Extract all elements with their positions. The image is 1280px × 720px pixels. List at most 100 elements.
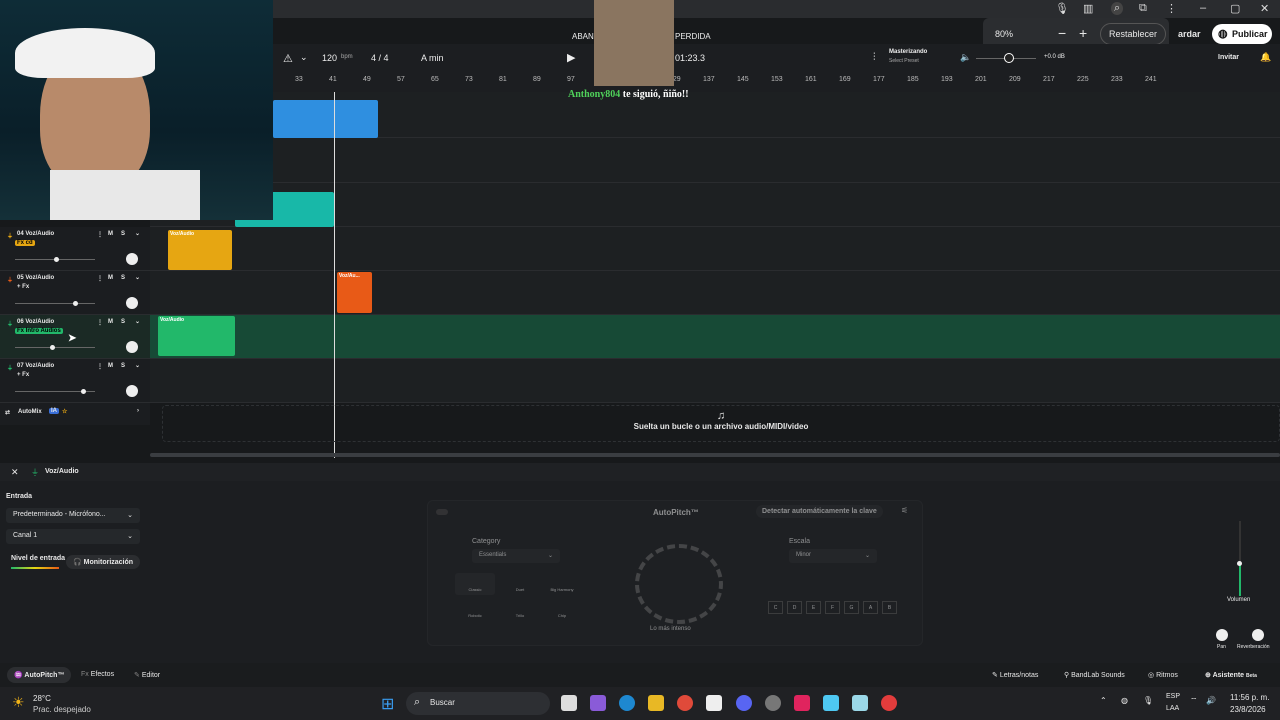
timeline-ruler[interactable]: 3341495765738189971131211291371451531611…	[273, 72, 1280, 92]
scale-select[interactable]: Minor ⌄	[789, 549, 877, 563]
copilot-icon[interactable]	[590, 695, 606, 711]
solo-button[interactable]: S	[121, 319, 125, 325]
track-name[interactable]: 05 Voz/Audio	[17, 275, 54, 281]
reset-zoom-button[interactable]: Restablecer	[1100, 23, 1167, 45]
note-key[interactable]: G	[844, 601, 859, 614]
drop-zone[interactable]: ♫ Suelta un bucle o un archivo audio/MID…	[162, 405, 1280, 442]
pan-knob[interactable]	[126, 385, 138, 397]
notepad-icon[interactable]	[823, 695, 839, 711]
discord-icon[interactable]	[736, 695, 752, 711]
file-explorer-icon[interactable]	[648, 695, 664, 711]
rhythms-tab[interactable]: ◎ Ritmos	[1148, 671, 1178, 679]
key-selector[interactable]: A min	[421, 53, 444, 63]
track-lane[interactable]	[150, 359, 1280, 403]
audio-clip-orange[interactable]: Voz/Au...	[337, 272, 372, 313]
track-name[interactable]: 06 Voz/Audio	[17, 319, 54, 325]
chevron-down-icon[interactable]: ⌄	[135, 230, 140, 237]
power-toggle[interactable]	[436, 509, 448, 515]
metronome-menu-chevron-icon[interactable]: ⌄	[300, 52, 308, 63]
track-menu-icon[interactable]: ⋮	[97, 319, 103, 326]
mastering-preset[interactable]: Select Preset	[889, 58, 919, 64]
time-signature[interactable]: 4 / 4	[371, 53, 389, 63]
reverb-knob[interactable]	[1252, 629, 1264, 641]
weather-temp[interactable]: 28°C	[33, 694, 51, 703]
track-header[interactable]: ⏚ 07 Voz/Audio + Fx ⋮ M S ⌄	[0, 359, 150, 403]
mute-button[interactable]: M	[108, 275, 113, 281]
playhead[interactable]	[334, 92, 335, 458]
clock-time[interactable]: 11:56 p. m.	[1230, 693, 1269, 702]
language-code[interactable]: ESP	[1166, 693, 1180, 700]
mute-button[interactable]: M	[108, 231, 113, 237]
audio-clip-yellow[interactable]: Voz/Audio	[168, 230, 232, 270]
track-header[interactable]: ⏚ 04 Voz/Audio Fx cd ⋮ M S ⌄	[0, 227, 150, 271]
extensions-icon[interactable]: ⧉	[1139, 2, 1147, 15]
automix-row[interactable]: ⇄ AutoMix IA ☆ ›	[0, 403, 150, 425]
steam-icon[interactable]	[765, 695, 781, 711]
solo-button[interactable]: S	[121, 275, 125, 281]
category-select[interactable]: Essentials ⌄	[472, 549, 560, 563]
settings-sliders-icon[interactable]: ⚟	[901, 506, 908, 515]
note-key[interactable]: C	[768, 601, 783, 614]
app-icon[interactable]	[852, 695, 868, 711]
chevron-right-icon[interactable]: ›	[137, 408, 139, 414]
notification-bell-icon[interactable]: 🔔	[1260, 52, 1271, 63]
menu-icon[interactable]: ⋮	[1166, 2, 1177, 15]
mute-button[interactable]: M	[108, 363, 113, 369]
close-window-icon[interactable]: ✕	[1260, 2, 1269, 15]
horizontal-scrollbar[interactable]	[150, 453, 1280, 457]
add-fx-button[interactable]: + Fx	[17, 284, 29, 290]
assistant-tab[interactable]: ⊕ Asistente Beta	[1205, 671, 1257, 679]
audio-clip-blue[interactable]	[273, 100, 378, 138]
clock-date[interactable]: 23/8/2026	[1230, 705, 1266, 714]
sounds-tab[interactable]: ⚲ BandLab Sounds	[1064, 671, 1125, 679]
audio-clip-green[interactable]: Voz/Audio	[158, 316, 235, 356]
wifi-icon[interactable]: ⌔	[1190, 696, 1198, 706]
track-volume-handle[interactable]	[54, 257, 59, 262]
preset-chip[interactable]: Chip	[542, 599, 582, 621]
channel-select[interactable]: Canal 1 ⌄	[6, 529, 140, 544]
track-volume-handle[interactable]	[81, 389, 86, 394]
detect-key-button[interactable]: Detectar automáticamente la clave	[756, 505, 883, 518]
pan-knob[interactable]	[126, 253, 138, 265]
tray-chevron-up-icon[interactable]: ⌃	[1100, 696, 1107, 705]
windows-start-icon[interactable]: ⊞	[381, 694, 394, 714]
language-layout[interactable]: LAA	[1166, 705, 1179, 712]
fx-badge[interactable]: Fx Intro Audios	[15, 328, 63, 334]
chevron-down-icon[interactable]: ⌄	[135, 362, 140, 369]
track-name[interactable]: 07 Voz/Audio	[17, 363, 54, 369]
track-lane[interactable]	[150, 138, 1280, 183]
track-menu-icon[interactable]: ⋮	[97, 231, 103, 238]
zoom-in-button[interactable]: +	[1079, 25, 1087, 41]
note-key[interactable]: A	[863, 601, 878, 614]
track-lane[interactable]	[150, 271, 1280, 315]
publish-button[interactable]: ◍ Publicar	[1212, 24, 1272, 44]
track-volume-slider[interactable]	[15, 347, 95, 348]
effects-tab[interactable]: Fx Efectos	[81, 671, 114, 678]
network-icon[interactable]: ◍	[1121, 696, 1128, 705]
bandlab-icon[interactable]	[881, 695, 897, 711]
add-fx-button[interactable]: + Fx	[17, 372, 29, 378]
chevron-down-icon[interactable]: ⌄	[135, 318, 140, 325]
track-menu-icon[interactable]: ⋮	[97, 363, 103, 370]
capcut-icon[interactable]	[706, 695, 722, 711]
track-name[interactable]: 04 Voz/Audio	[17, 231, 54, 237]
edge-icon[interactable]	[619, 695, 635, 711]
mute-button[interactable]: M	[108, 319, 113, 325]
autopitch-tab[interactable]: ♒ AutoPitch™	[7, 667, 72, 683]
tray-mic-icon[interactable]: 🎙	[1143, 696, 1153, 705]
taskbar-search[interactable]: ⌕ Buscar	[406, 692, 550, 715]
note-key[interactable]: D	[787, 601, 802, 614]
minimize-icon[interactable]: –	[1200, 2, 1206, 14]
pan-knob[interactable]	[126, 341, 138, 353]
microphone-icon[interactable]: 🎙	[1055, 2, 1069, 15]
invite-button[interactable]: Invitar	[1218, 54, 1239, 61]
play-icon[interactable]: ▶	[567, 51, 575, 64]
track-volume-handle[interactable]	[73, 301, 78, 306]
track-lane-selected[interactable]	[150, 315, 1280, 359]
preset-duet[interactable]: Duet	[500, 573, 540, 595]
track-menu-icon[interactable]: ⋮	[97, 275, 103, 282]
metronome-icon[interactable]: ⚠	[283, 52, 293, 65]
master-volume-handle[interactable]	[1004, 53, 1014, 63]
search-icon[interactable]: ⌕	[1111, 2, 1124, 15]
track-volume-slider[interactable]	[15, 303, 95, 304]
